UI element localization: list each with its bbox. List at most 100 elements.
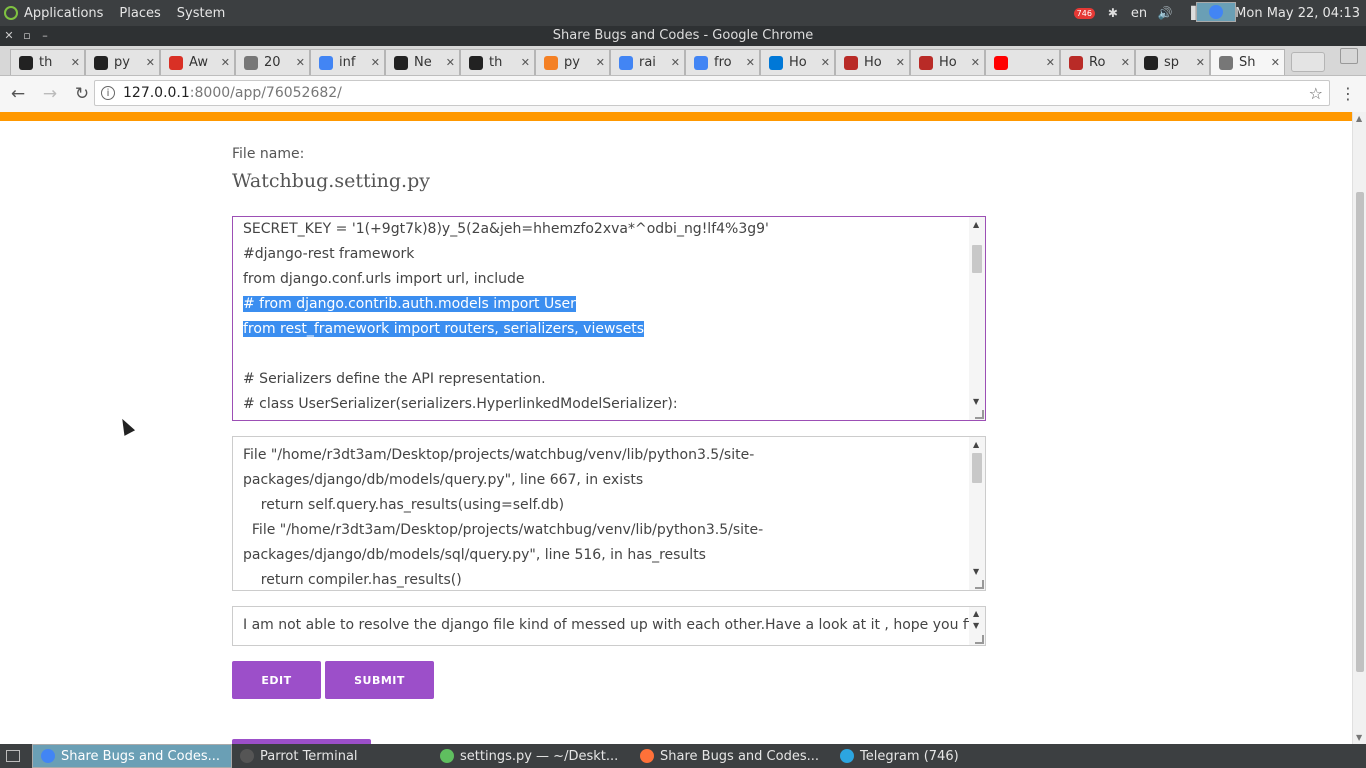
browser-tab[interactable]: ✕ xyxy=(985,49,1060,75)
quora-icon xyxy=(1069,55,1083,70)
taskbar: Share Bugs and Codes... Parrot Terminal se… xyxy=(0,744,1366,768)
browser-tab[interactable]: Sh ✕ xyxy=(1210,49,1285,75)
browser-tab[interactable]: 20 ✕ xyxy=(235,49,310,75)
new-tab-button[interactable] xyxy=(1291,52,1325,72)
taskbar-item[interactable]: settings.py — ~/Deskt... xyxy=(432,744,632,768)
scroll-thumb[interactable] xyxy=(972,245,982,273)
resize-grip-icon[interactable] xyxy=(975,635,984,644)
taskbar-item[interactable]: Telegram (746) xyxy=(832,744,1002,768)
browser-tab[interactable]: rai ✕ xyxy=(610,49,685,75)
scroll-up-arrow-icon[interactable]: ▲ xyxy=(973,440,979,449)
youtube-icon xyxy=(994,55,1008,70)
close-tab-icon[interactable]: ✕ xyxy=(296,56,305,69)
browser-tab[interactable]: sp ✕ xyxy=(1135,49,1210,75)
tab-title: sp xyxy=(1164,55,1180,70)
scroll-down-arrow-icon[interactable]: ▼ xyxy=(973,621,979,630)
page-scroll-thumb[interactable] xyxy=(1356,192,1364,672)
address-bar[interactable]: i 127.0.0.1 :8000/app/76052682/ ☆ xyxy=(94,80,1330,106)
browser-tab[interactable]: py ✕ xyxy=(535,49,610,75)
scroll-up-arrow-icon[interactable]: ▲ xyxy=(973,609,979,618)
close-tab-icon[interactable]: ✕ xyxy=(521,56,530,69)
browser-tab[interactable]: fro ✕ xyxy=(685,49,760,75)
browser-tab[interactable]: Aw ✕ xyxy=(160,49,235,75)
quora-icon xyxy=(919,55,933,70)
notification-badge[interactable]: 746 xyxy=(1073,7,1095,19)
code-scrollbar[interactable]: ▲ ▼ xyxy=(969,217,985,420)
description-textarea[interactable]: I am not able to resolve the django file… xyxy=(232,606,986,646)
chrome-menu-icon[interactable]: ⋮ xyxy=(1340,84,1356,103)
close-tab-icon[interactable]: ✕ xyxy=(446,56,455,69)
scroll-up-arrow-icon[interactable]: ▲ xyxy=(1356,114,1362,123)
browser-tab[interactable]: py ✕ xyxy=(85,49,160,75)
code-line: # class UserSerializer(serializers.Hyper… xyxy=(243,392,961,417)
close-tab-icon[interactable]: ✕ xyxy=(1196,56,1205,69)
file-name: Watchbug.setting.py xyxy=(232,170,430,192)
browser-tab[interactable]: Ho ✕ xyxy=(910,49,985,75)
submit-button[interactable]: SUBMIT xyxy=(325,661,434,699)
code-textarea[interactable]: SECRET_KEY = '1(+9gt7k)8)y_5(2a&jeh=hhem… xyxy=(232,216,986,421)
taskbar-item[interactable]: Share Bugs and Codes... xyxy=(632,744,832,768)
browser-tab[interactable]: Ho ✕ xyxy=(835,49,910,75)
show-desktop-icon[interactable] xyxy=(6,750,20,762)
close-tab-icon[interactable]: ✕ xyxy=(596,56,605,69)
browser-tab[interactable]: th ✕ xyxy=(460,49,535,75)
close-tab-icon[interactable]: ✕ xyxy=(146,56,155,69)
clock[interactable]: Mon May 22, 04:13 xyxy=(1235,6,1360,21)
quora-icon xyxy=(844,55,858,70)
back-button[interactable]: ← xyxy=(4,80,32,108)
scroll-up-arrow-icon[interactable]: ▲ xyxy=(973,220,979,229)
error-scrollbar[interactable]: ▲ ▼ xyxy=(969,437,985,590)
browser-tab[interactable]: Ro ✕ xyxy=(1060,49,1135,75)
close-tab-icon[interactable]: ✕ xyxy=(1046,56,1055,69)
menu-places[interactable]: Places xyxy=(119,6,160,21)
close-tab-icon[interactable]: ✕ xyxy=(371,56,380,69)
scroll-down-arrow-icon[interactable]: ▼ xyxy=(973,567,979,576)
resize-grip-icon[interactable] xyxy=(975,580,984,589)
browser-tab[interactable]: th ✕ xyxy=(10,49,85,75)
taskbar-item[interactable]: Share Bugs and Codes... xyxy=(32,744,232,768)
traceback-line: packages/django/db/models/query.py", lin… xyxy=(243,472,644,488)
parrot-logo-icon[interactable] xyxy=(4,6,18,20)
forward-button[interactable]: → xyxy=(36,80,64,108)
tab-title: Ho xyxy=(939,55,957,70)
scroll-down-arrow-icon[interactable]: ▼ xyxy=(973,397,979,406)
close-window-icon[interactable]: ✕ xyxy=(4,26,14,46)
bookmark-star-icon[interactable]: ☆ xyxy=(1309,84,1323,103)
tab-strip: th ✕ py ✕ Aw ✕ 20 ✕ inf ✕ Ne ✕ th ✕ py ✕ rai ✕ fro ✕ Ho ✕ Ho ✕ H… xyxy=(0,46,1366,76)
close-tab-icon[interactable]: ✕ xyxy=(71,56,80,69)
bluetooth-icon[interactable]: ✱ xyxy=(1105,5,1121,21)
code-line: from rest_framework import routers, seri… xyxy=(243,317,961,342)
page-scrollbar[interactable]: ▲ ▼ xyxy=(1352,112,1366,744)
browser-tab[interactable]: inf ✕ xyxy=(310,49,385,75)
reload-button[interactable]: ↻ xyxy=(68,80,96,108)
scroll-thumb[interactable] xyxy=(972,453,982,483)
close-tab-icon[interactable]: ✕ xyxy=(1271,56,1280,69)
menu-system[interactable]: System xyxy=(177,6,225,21)
close-tab-icon[interactable]: ✕ xyxy=(671,56,680,69)
language-indicator[interactable]: en xyxy=(1131,6,1147,21)
site-info-icon[interactable]: i xyxy=(101,86,115,100)
close-tab-icon[interactable]: ✕ xyxy=(971,56,980,69)
maximize-window-icon[interactable]: ▫ xyxy=(22,26,32,46)
close-tab-icon[interactable]: ✕ xyxy=(821,56,830,69)
profile-icon[interactable] xyxy=(1340,48,1358,64)
error-textarea[interactable]: File "/home/r3dt3am/Desktop/projects/wat… xyxy=(232,436,986,591)
close-tab-icon[interactable]: ✕ xyxy=(1121,56,1130,69)
close-tab-icon[interactable]: ✕ xyxy=(221,56,230,69)
scroll-down-arrow-icon[interactable]: ▼ xyxy=(1356,733,1362,742)
menu-applications[interactable]: Applications xyxy=(24,6,103,21)
minimize-window-icon[interactable]: – xyxy=(40,26,50,46)
close-tab-icon[interactable]: ✕ xyxy=(746,56,755,69)
taskbar-item[interactable]: Parrot Terminal xyxy=(232,744,432,768)
description-text: I am not able to resolve the django file… xyxy=(243,617,986,633)
workspace-switcher[interactable] xyxy=(1196,2,1236,22)
edit-button[interactable]: EDIT xyxy=(232,661,321,699)
resize-grip-icon[interactable] xyxy=(975,410,984,419)
github-icon xyxy=(1144,55,1158,70)
browser-tab[interactable]: Ho ✕ xyxy=(760,49,835,75)
volume-icon[interactable]: 🔊 xyxy=(1157,5,1173,21)
browser-tab[interactable]: Ne ✕ xyxy=(385,49,460,75)
taskbar-item-label: Telegram (746) xyxy=(860,748,959,764)
close-tab-icon[interactable]: ✕ xyxy=(896,56,905,69)
taskbar-item-label: Share Bugs and Codes... xyxy=(61,748,221,764)
